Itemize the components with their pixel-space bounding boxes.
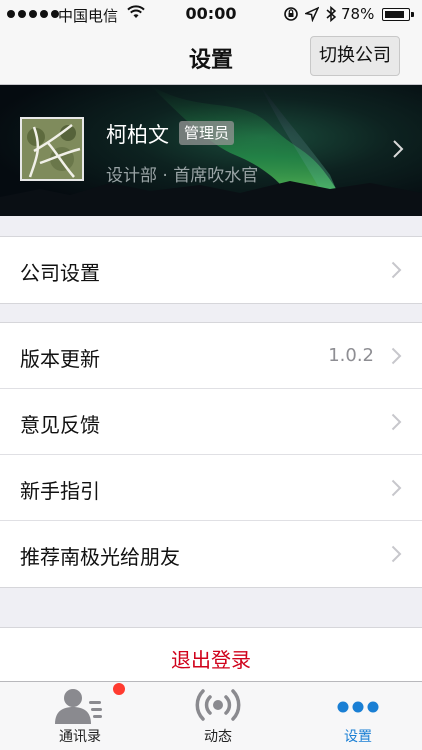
profile-department: 设计部 · 首席吹水官 <box>106 166 259 186</box>
app-settings-group: 版本更新 1.0.2 意见反馈 新手指引 推荐南极光给朋友 <box>0 322 422 588</box>
row-label: 推荐南极光给朋友 <box>20 545 180 569</box>
chevron-right-icon <box>391 479 402 497</box>
tab-settings[interactable]: 设置 <box>288 682 422 750</box>
battery-icon <box>382 8 414 21</box>
rotation-lock-icon <box>284 7 298 21</box>
feedback-row[interactable]: 意见反馈 <box>0 389 422 455</box>
navigation-bar: 设置 切换公司 <box>0 30 422 85</box>
chevron-right-icon <box>391 261 402 279</box>
bluetooth-icon <box>326 5 337 23</box>
version-value: 1.0.2 <box>328 345 374 366</box>
contacts-icon <box>55 689 102 724</box>
location-icon <box>305 6 319 22</box>
tab-label: 动态 <box>204 729 232 745</box>
more-dots-icon <box>337 701 379 713</box>
broadcast-icon <box>195 689 241 721</box>
role-badge: 管理员 <box>179 121 235 145</box>
status-bar: 中国电信 00:00 78% <box>0 0 422 30</box>
tab-label: 通讯录 <box>59 729 101 745</box>
version-update-row[interactable]: 版本更新 1.0.2 <box>0 323 422 389</box>
company-settings-group: 公司设置 <box>0 236 422 304</box>
row-label: 新手指引 <box>20 479 100 503</box>
row-label: 版本更新 <box>20 347 100 371</box>
beginner-guide-row[interactable]: 新手指引 <box>0 455 422 521</box>
chevron-right-icon <box>393 140 404 158</box>
chevron-right-icon <box>391 545 402 563</box>
tab-label: 设置 <box>344 729 372 745</box>
battery-percent: 78% <box>341 5 375 23</box>
tab-contacts[interactable]: 通讯录 <box>10 682 150 750</box>
row-label: 公司设置 <box>20 261 100 285</box>
chevron-right-icon <box>391 347 402 365</box>
recommend-to-friends-row[interactable]: 推荐南极光给朋友 <box>0 521 422 587</box>
company-settings-row[interactable]: 公司设置 <box>0 237 422 303</box>
tree-illustration-icon <box>22 119 82 179</box>
switch-company-button[interactable]: 切换公司 <box>310 36 400 76</box>
avatar <box>20 117 84 181</box>
profile-banner[interactable]: 柯柏文 管理员 设计部 · 首席吹水官 <box>0 85 422 216</box>
tab-activity[interactable]: 动态 <box>148 682 288 750</box>
tab-bar: 通讯录 动态 设置 <box>0 681 422 750</box>
profile-name: 柯柏文 <box>106 123 169 147</box>
logout-button[interactable]: 退出登录 <box>0 627 422 681</box>
chevron-right-icon <box>391 413 402 431</box>
row-label: 意见反馈 <box>20 413 100 437</box>
notification-badge <box>113 683 125 695</box>
logout-label: 退出登录 <box>171 648 251 672</box>
